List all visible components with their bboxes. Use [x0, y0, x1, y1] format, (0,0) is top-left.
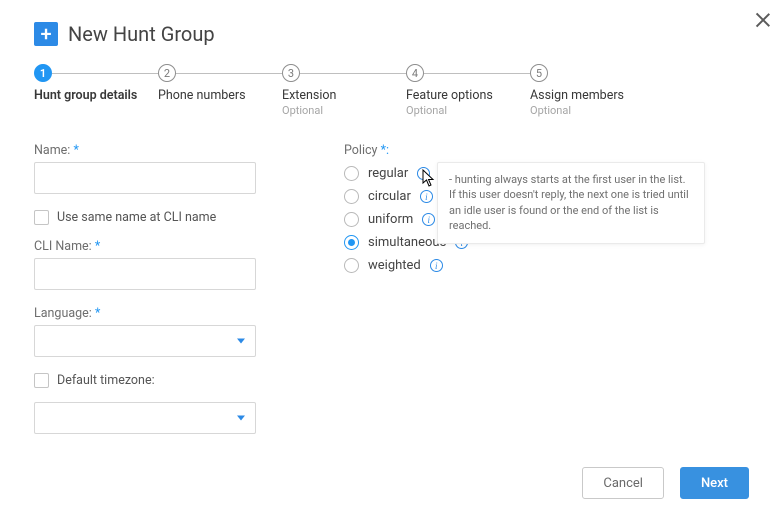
- page-title: New Hunt Group: [68, 22, 215, 46]
- radio-label: regular: [368, 166, 408, 181]
- language-label: Language: *: [34, 306, 284, 321]
- step-label: Assign members: [530, 88, 624, 103]
- cli-name-input[interactable]: [34, 258, 256, 290]
- use-same-name-checkbox-row[interactable]: Use same name at CLI name: [34, 210, 284, 225]
- step-connector: [52, 73, 158, 74]
- cli-name-label: CLI Name: *: [34, 239, 284, 254]
- radio-label: simultaneous: [368, 235, 446, 250]
- chevron-down-icon: [237, 339, 245, 344]
- radio-label: uniform: [368, 212, 413, 227]
- step-optional: Optional: [282, 104, 406, 117]
- step-label: Hunt group details: [34, 88, 158, 103]
- info-icon[interactable]: i: [422, 213, 435, 226]
- step-connector: [176, 73, 282, 74]
- info-icon[interactable]: i: [417, 167, 430, 180]
- step-assign-members[interactable]: 5 Assign members Optional: [530, 64, 624, 117]
- plus-icon: +: [34, 22, 58, 46]
- required-mark: *: [73, 143, 78, 158]
- default-timezone-label: Default timezone:: [57, 373, 155, 388]
- chevron-down-icon: [237, 416, 245, 421]
- checkbox-icon: [34, 210, 49, 225]
- step-label: Phone numbers: [158, 88, 282, 103]
- info-icon[interactable]: i: [420, 190, 433, 203]
- policy-label: Policy *:: [344, 143, 664, 158]
- next-button[interactable]: Next: [680, 467, 749, 499]
- step-hunt-group-details[interactable]: 1 Hunt group details: [34, 64, 158, 103]
- policy-option-weighted[interactable]: weighted i: [344, 258, 664, 273]
- radio-icon: [344, 166, 359, 181]
- step-connector: [424, 73, 530, 74]
- step-number: 2: [158, 64, 176, 82]
- policy-tooltip: - hunting always starts at the first use…: [437, 162, 705, 244]
- radio-label: circular: [368, 189, 411, 204]
- step-number: 1: [34, 64, 52, 82]
- language-select[interactable]: [34, 325, 256, 357]
- required-mark: *:: [381, 143, 389, 158]
- step-extension[interactable]: 3 Extension Optional: [282, 64, 406, 117]
- step-feature-options[interactable]: 4 Feature options Optional: [406, 64, 530, 117]
- step-optional: Optional: [530, 104, 624, 117]
- required-mark: *: [95, 306, 100, 321]
- default-timezone-checkbox-row[interactable]: Default timezone:: [34, 373, 284, 388]
- dialog-header: + New Hunt Group: [34, 22, 749, 46]
- step-label: Feature options: [406, 88, 530, 103]
- right-column: Policy *: regular i circular i uniform i…: [344, 143, 664, 450]
- required-mark: *: [95, 239, 100, 254]
- close-icon[interactable]: [755, 12, 771, 28]
- radio-icon: [344, 235, 359, 250]
- checkbox-icon: [34, 373, 49, 388]
- step-label: Extension: [282, 88, 406, 103]
- timezone-select[interactable]: [34, 402, 256, 434]
- step-number: 3: [282, 64, 300, 82]
- step-number: 5: [530, 64, 548, 82]
- name-input[interactable]: [34, 162, 256, 194]
- step-optional: Optional: [406, 104, 530, 117]
- radio-icon: [344, 189, 359, 204]
- cancel-button[interactable]: Cancel: [582, 467, 664, 499]
- info-icon[interactable]: i: [430, 259, 443, 272]
- step-phone-numbers[interactable]: 2 Phone numbers: [158, 64, 282, 103]
- radio-label: weighted: [368, 258, 421, 273]
- wizard-stepper: 1 Hunt group details 2 Phone numbers 3 E…: [34, 64, 749, 117]
- name-label: Name: *: [34, 143, 284, 158]
- dialog-footer: Cancel Next: [582, 467, 749, 499]
- step-number: 4: [406, 64, 424, 82]
- radio-icon: [344, 212, 359, 227]
- left-column: Name: * Use same name at CLI name CLI Na…: [34, 143, 284, 450]
- radio-icon: [344, 258, 359, 273]
- step-connector: [300, 73, 406, 74]
- use-same-name-label: Use same name at CLI name: [57, 210, 216, 225]
